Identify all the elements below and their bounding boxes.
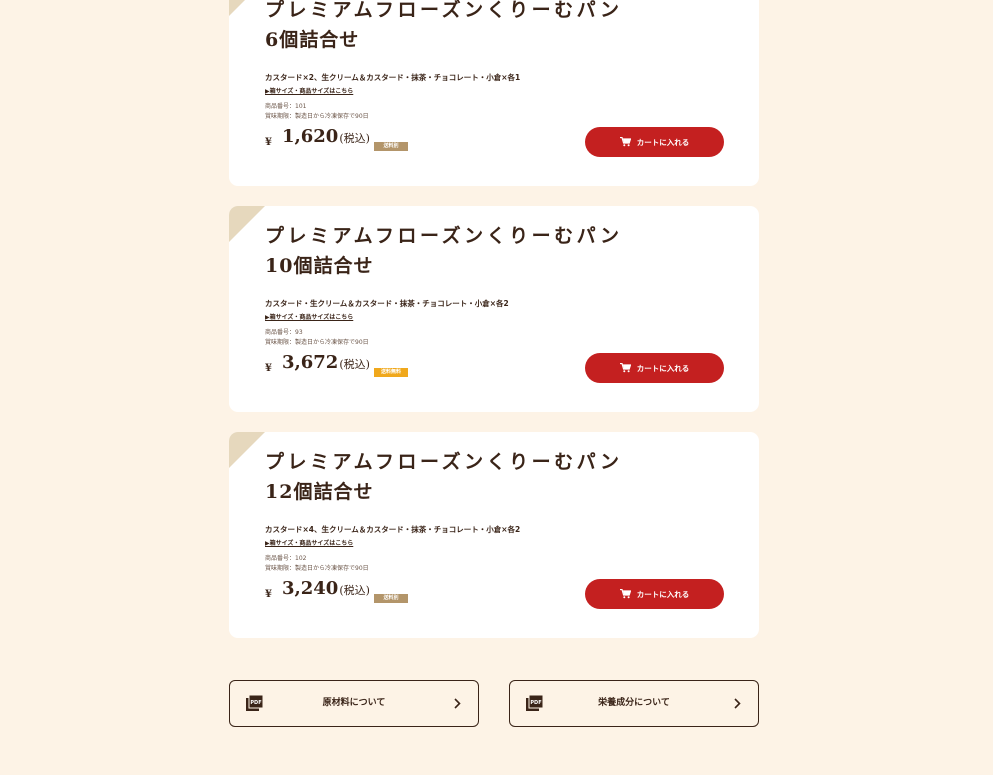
yen-sign: ¥	[265, 363, 272, 374]
product-title: プレミアムフローズンくりーむパン 10個詰合せ	[265, 221, 623, 281]
product-price: ¥3,672(税込)	[265, 352, 370, 374]
yen-sign: ¥	[265, 137, 272, 148]
size-info-link[interactable]: ▶箱サイズ・商品サイズはこちら	[265, 86, 353, 95]
product-price: ¥1,620(税込)	[265, 126, 370, 148]
cart-icon	[619, 589, 631, 599]
size-info-link[interactable]: ▶箱サイズ・商品サイズはこちら	[265, 538, 353, 547]
product-code: 商品番号：93	[265, 329, 303, 336]
add-to-cart-label: カートに入れる	[636, 363, 690, 373]
corner-decoration	[229, 206, 265, 242]
product-expiry: 賞味期限：製造日から冷凍保存で90日	[265, 113, 369, 120]
product-contents: カスタード・生クリーム＆カスタード・抹茶・チョコレート・小倉×各2	[265, 299, 509, 308]
product-title-line1: プレミアムフローズンくりーむパン	[265, 225, 623, 247]
product-contents: カスタード×2、生クリーム＆カスタード・抹茶・チョコレート・小倉×各1	[265, 73, 521, 82]
product-card: プレミアムフローズンくりーむパン 10個詰合せ カスタード・生クリーム＆カスター…	[229, 206, 759, 412]
ingredients-pdf-label: 原材料について	[322, 698, 386, 708]
add-to-cart-button[interactable]: カートに入れる	[585, 127, 724, 157]
product-title-line2: 12個詰合せ	[265, 481, 374, 503]
product-contents: カスタード×4、生クリーム＆カスタード・抹茶・チョコレート・小倉×各2	[265, 525, 521, 534]
product-title-line2: 6個詰合せ	[265, 29, 360, 51]
product-title-line2: 10個詰合せ	[265, 255, 374, 277]
price-amount: 3,672	[281, 352, 339, 373]
cart-icon	[619, 137, 631, 147]
product-expiry: 賞味期限：製造日から冷凍保存で90日	[265, 339, 369, 346]
price-amount: 3,240	[281, 578, 339, 599]
size-info-link[interactable]: ▶箱サイズ・商品サイズはこちら	[265, 312, 353, 321]
shipping-badge: 送料無料	[374, 368, 408, 377]
corner-decoration	[229, 0, 265, 16]
tax-label: (税込)	[339, 584, 370, 597]
product-title-line1: プレミアムフローズンくりーむパン	[265, 0, 623, 21]
corner-decoration	[229, 432, 265, 468]
yen-sign: ¥	[265, 589, 272, 600]
product-code: 商品番号：101	[265, 103, 307, 110]
add-to-cart-button[interactable]: カートに入れる	[585, 353, 724, 383]
nutrition-pdf-button[interactable]: PDF 栄養成分について	[509, 680, 759, 727]
product-expiry: 賞味期限：製造日から冷凍保存で90日	[265, 565, 369, 572]
chevron-right-icon	[734, 698, 741, 709]
add-to-cart-label: カートに入れる	[636, 589, 690, 599]
shipping-badge: 送料別	[374, 142, 408, 151]
price-amount: 1,620	[281, 126, 339, 147]
product-title: プレミアムフローズンくりーむパン 12個詰合せ	[265, 447, 623, 507]
product-price: ¥3,240(税込)	[265, 578, 370, 600]
chevron-right-icon	[454, 698, 461, 709]
shipping-badge: 送料別	[374, 594, 408, 603]
product-card: プレミアムフローズンくりーむパン 12個詰合せ カスタード×4、生クリーム＆カス…	[229, 432, 759, 638]
product-title-line1: プレミアムフローズンくりーむパン	[265, 451, 623, 473]
ingredients-pdf-button[interactable]: PDF 原材料について	[229, 680, 479, 727]
product-card: プレミアムフローズンくりーむパン 6個詰合せ カスタード×2、生クリーム＆カスタ…	[229, 0, 759, 186]
product-code: 商品番号：102	[265, 555, 307, 562]
add-to-cart-label: カートに入れる	[636, 137, 690, 147]
cart-icon	[619, 363, 631, 373]
add-to-cart-button[interactable]: カートに入れる	[585, 579, 724, 609]
nutrition-pdf-label: 栄養成分について	[598, 698, 670, 708]
tax-label: (税込)	[339, 132, 370, 145]
tax-label: (税込)	[339, 358, 370, 371]
product-title: プレミアムフローズンくりーむパン 6個詰合せ	[265, 0, 623, 55]
